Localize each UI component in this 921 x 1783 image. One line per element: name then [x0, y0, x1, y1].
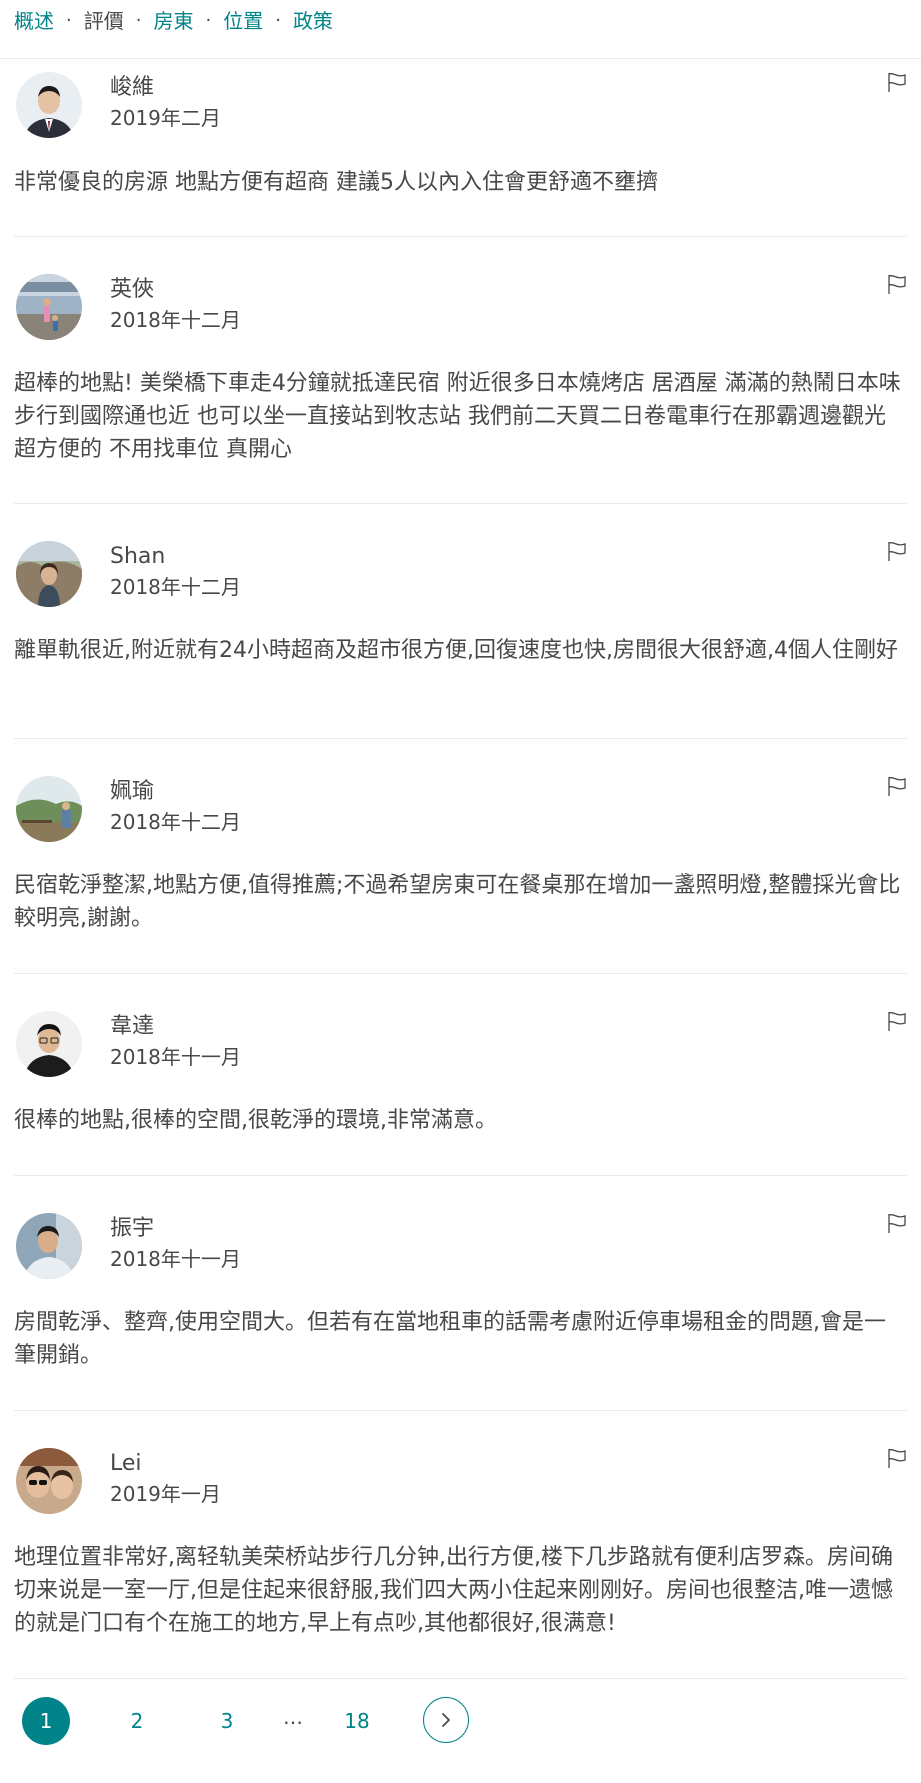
avatar-outdoor-photo-icon — [16, 274, 82, 340]
reviewer-name[interactable]: 峻維 — [110, 73, 154, 103]
nav-policies-link[interactable]: 政策 — [293, 6, 333, 36]
review-text: 地理位置非常好,离轻轨美荣桥站步行几分钟,出行方便,楼下几步路就有便利店罗森。房… — [14, 1545, 893, 1636]
review-date: 2018年十二月 — [110, 810, 241, 834]
flag-icon[interactable] — [885, 1009, 909, 1033]
flag-icon[interactable] — [885, 774, 909, 798]
reviewer-name[interactable]: Shan — [110, 542, 165, 572]
nav-separator: · — [205, 10, 212, 31]
section-nav: 概述 · 評價 · 房東 · 位置 · 政策 — [0, 0, 921, 59]
review-date: 2019年二月 — [110, 106, 221, 130]
reviewer-avatar[interactable] — [16, 776, 82, 842]
avatar-couple-selfie-icon — [16, 1448, 82, 1514]
reviewer-name[interactable]: 韋達 — [110, 1012, 154, 1042]
avatar-man-suit-icon — [16, 72, 82, 138]
reviewer-avatar[interactable] — [16, 274, 82, 340]
review-text: 房間乾淨、整齊,使用空間大。但若有在當地租車的話需考慮附近停車場租金的問題,會是… — [14, 1310, 886, 1368]
reviewer-avatar[interactable] — [16, 1011, 82, 1077]
pagination: 1 2 3 … 18 — [0, 1697, 921, 1757]
reviewer-name[interactable]: Lei — [110, 1449, 142, 1479]
reviewer-avatar[interactable] — [16, 1448, 82, 1514]
review-item: 韋達 2018年十一月 很棒的地點,很棒的空間,很乾淨的環境,非常滿意。 — [14, 974, 907, 1176]
flag-icon[interactable] — [885, 1446, 909, 1470]
review-text: 民宿乾淨整潔,地點方便,值得推薦;不過希望房東可在餐桌那在增加一盞照明燈,整體採… — [14, 873, 901, 931]
review-date: 2018年十二月 — [110, 308, 241, 332]
flag-icon[interactable] — [885, 70, 909, 94]
avatar-man-glasses-icon — [16, 1011, 82, 1077]
page-3-button[interactable]: 3 — [203, 1697, 251, 1745]
reviewer-avatar[interactable] — [16, 1213, 82, 1279]
review-text: 離單軌很近,附近就有24小時超商及超市很方便,回復速度也快,房間很大很舒適,4個… — [14, 638, 898, 663]
reviewer-name[interactable]: 姵瑜 — [110, 777, 154, 807]
review-text: 很棒的地點,很棒的空間,很乾淨的環境,非常滿意。 — [14, 1108, 497, 1133]
review-date: 2018年十二月 — [110, 575, 241, 599]
review-item: 振宇 2018年十一月 房間乾淨、整齊,使用空間大。但若有在當地租車的話需考慮附… — [14, 1176, 907, 1411]
review-item: 英俠 2018年十二月 超棒的地點! 美榮橋下車走4分鐘就抵達民宿 附近很多日本… — [14, 237, 907, 504]
review-list: 峻維 2019年二月 非常優良的房源 地點方便有超商 建議5人以內入住會更舒適不… — [0, 59, 921, 1679]
review-date: 2019年一月 — [110, 1482, 221, 1506]
page-1-button[interactable]: 1 — [22, 1697, 70, 1745]
avatar-garden-photo-icon — [16, 776, 82, 842]
nav-reviews-link[interactable]: 評價 — [84, 6, 124, 36]
chevron-right-icon — [442, 1713, 450, 1727]
review-item: 峻維 2019年二月 非常優良的房源 地點方便有超商 建議5人以內入住會更舒適不… — [14, 59, 907, 237]
flag-icon[interactable] — [885, 539, 909, 563]
review-text: 非常優良的房源 地點方便有超商 建議5人以內入住會更舒適不壅擠 — [14, 170, 658, 195]
nav-separator: · — [66, 10, 72, 31]
review-item: Lei 2019年一月 地理位置非常好,离轻轨美荣桥站步行几分钟,出行方便,楼下… — [14, 1411, 907, 1679]
reviewer-avatar[interactable] — [16, 541, 82, 607]
review-text: 超棒的地點! 美榮橋下車走4分鐘就抵達民宿 附近很多日本燒烤店 居酒屋 滿滿的熱… — [14, 371, 901, 462]
page-ellipsis: … — [283, 1705, 303, 1729]
flag-icon[interactable] — [885, 272, 909, 296]
review-date: 2018年十一月 — [110, 1045, 241, 1069]
review-item: 姵瑜 2018年十二月 民宿乾淨整潔,地點方便,值得推薦;不過希望房東可在餐桌那… — [14, 739, 907, 974]
nav-separator: · — [135, 10, 142, 31]
review-date: 2018年十一月 — [110, 1247, 241, 1271]
flag-icon[interactable] — [885, 1211, 909, 1235]
nav-location-link[interactable]: 位置 — [223, 6, 263, 36]
page-2-button[interactable]: 2 — [113, 1697, 161, 1745]
reviewer-avatar[interactable] — [16, 72, 82, 138]
nav-overview-link[interactable]: 概述 — [14, 6, 54, 36]
reviewer-name[interactable]: 振宇 — [110, 1214, 154, 1244]
avatar-woman-rocks-icon — [16, 541, 82, 607]
page-18-button[interactable]: 18 — [333, 1697, 381, 1745]
reviewer-name[interactable]: 英俠 — [110, 275, 154, 305]
nav-host-link[interactable]: 房東 — [153, 6, 193, 36]
review-item: Shan 2018年十二月 離單軌很近,附近就有24小時超商及超市很方便,回復速… — [14, 504, 907, 739]
nav-separator: · — [275, 10, 281, 31]
avatar-man-shirt-icon — [16, 1213, 82, 1279]
next-page-button[interactable] — [423, 1697, 469, 1743]
